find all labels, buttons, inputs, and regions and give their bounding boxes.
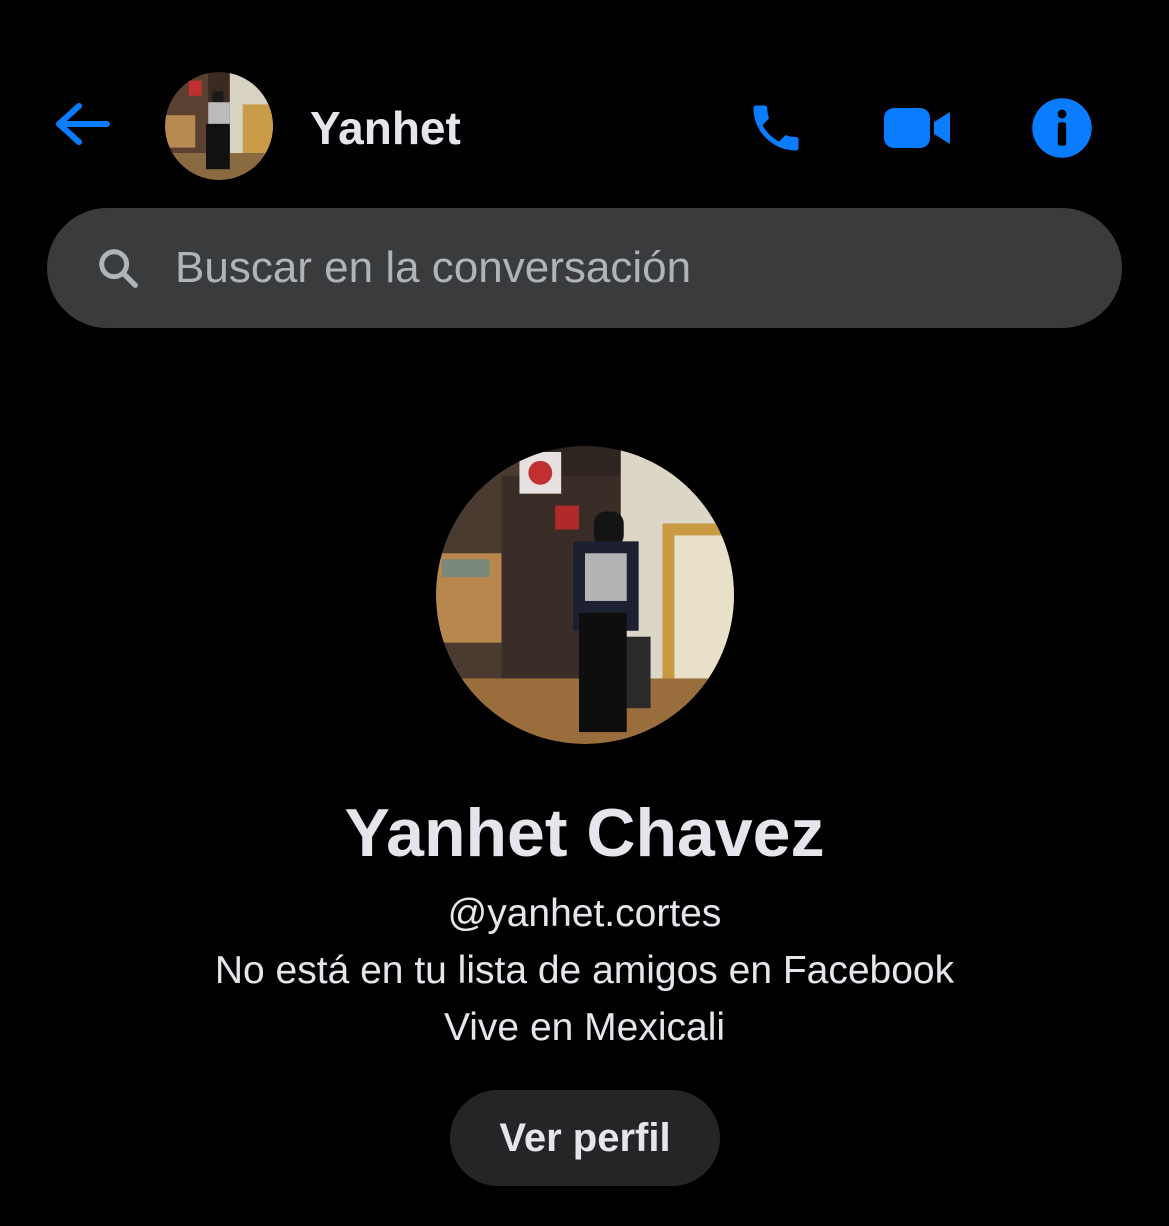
video-camera-icon [884, 108, 950, 148]
phone-icon [753, 105, 799, 151]
contact-name[interactable]: Yanhet [310, 100, 461, 156]
voice-call-button[interactable] [738, 90, 814, 166]
profile-username: @yanhet.cortes [447, 892, 722, 935]
arrow-left-icon [56, 103, 110, 145]
conversation-header: Yanhet [0, 60, 1169, 195]
info-icon [1032, 98, 1092, 158]
view-profile-button[interactable]: Ver perfil [450, 1090, 720, 1186]
search-placeholder: Buscar en la conversación [175, 243, 692, 292]
friend-status-text: No está en tu lista de amigos en Faceboo… [214, 949, 955, 992]
search-input[interactable]: Buscar en la conversación [47, 208, 1122, 328]
video-call-button[interactable] [880, 90, 956, 166]
back-button[interactable] [48, 90, 116, 158]
location-text: Vive en Mexicali [443, 1006, 726, 1049]
contact-avatar[interactable] [165, 72, 273, 180]
profile-picture[interactable] [436, 446, 734, 744]
conversation-info-button[interactable] [1024, 90, 1100, 166]
avatar-photo [436, 446, 734, 744]
search-icon [95, 245, 141, 291]
profile-full-name: Yanhet Chavez [344, 795, 825, 871]
avatar-photo [165, 72, 273, 180]
